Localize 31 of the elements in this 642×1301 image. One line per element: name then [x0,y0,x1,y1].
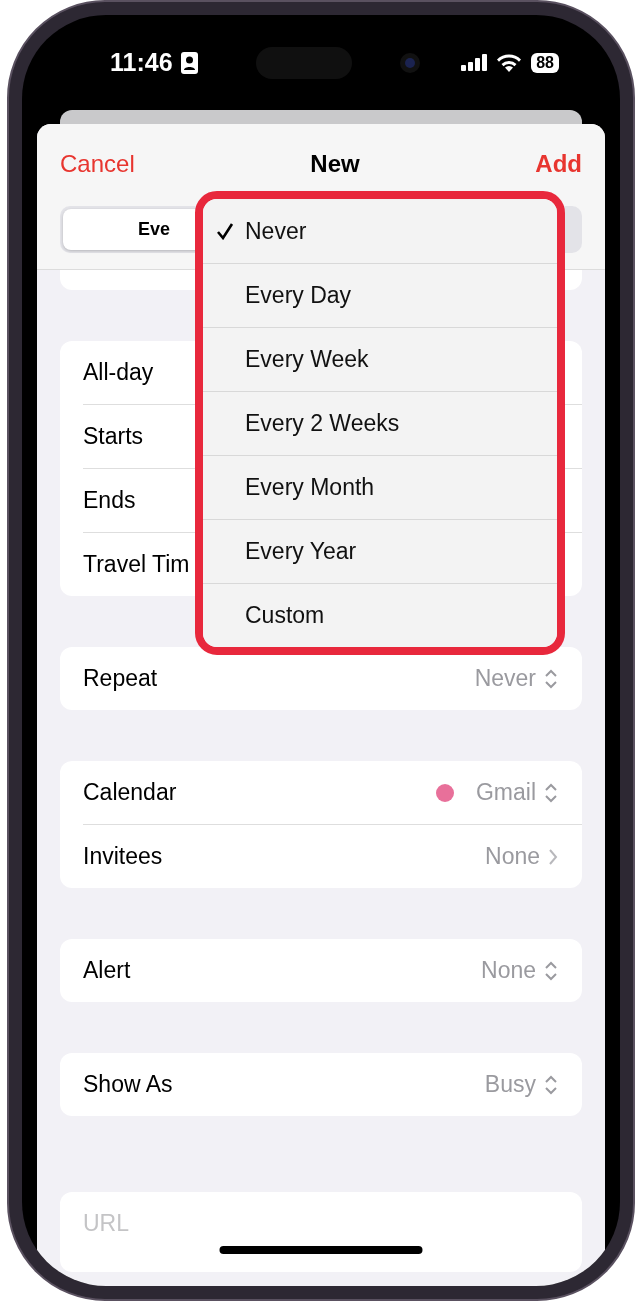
updown-chevron-icon [544,959,558,982]
battery-level: 88 [531,52,559,73]
menu-item[interactable]: Every Month [203,455,557,519]
signal-icon [461,54,488,71]
status-time: 11:46 [110,48,173,77]
row-label: Ends [83,487,136,514]
updown-chevron-icon [544,781,558,804]
row-label: Show As [83,1071,173,1098]
updown-chevron-icon [544,667,558,690]
row-label: Calendar [83,779,177,806]
camera-icon [399,52,420,73]
row-label: Starts [83,423,144,450]
row-label: Alert [83,957,131,984]
chevron-right-icon [548,847,558,866]
menu-item[interactable]: Custom [203,583,557,647]
checkmark-icon [216,222,234,240]
id-card-icon [180,51,198,74]
add-button[interactable]: Add [535,150,582,178]
row-label: Repeat [83,665,158,692]
menu-item[interactable]: Every Week [203,327,557,391]
url-field[interactable]: URL [60,1192,582,1272]
updown-chevron-icon [544,1073,558,1096]
menu-item[interactable]: Every 2 Weeks [203,391,557,455]
menu-item[interactable]: Every Day [203,263,557,327]
row-label: All-day [83,359,154,386]
cancel-button[interactable]: Cancel [60,150,135,178]
menu-item[interactable]: Every Year [203,519,557,583]
sheet-title: New [310,150,360,178]
row-label: Invitees [83,843,163,870]
row-label: Travel Tim [83,551,190,578]
wifi-icon [496,53,523,72]
